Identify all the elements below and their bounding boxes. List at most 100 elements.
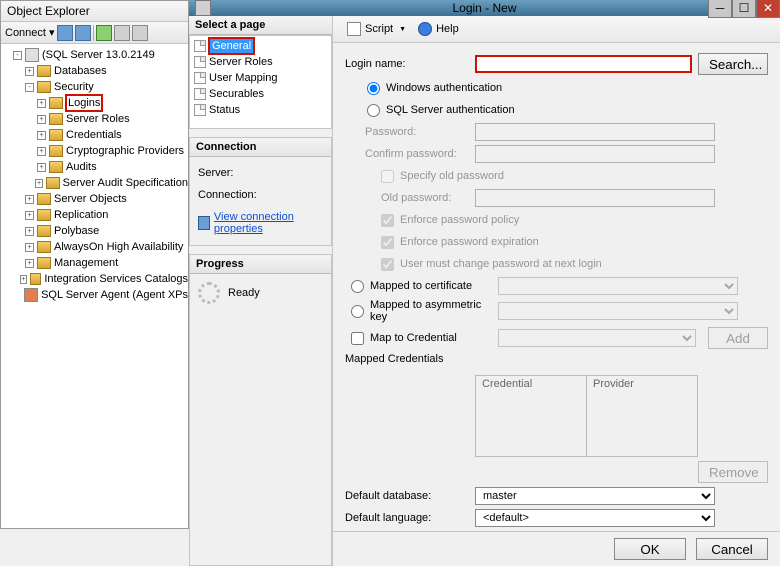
tree-node-server[interactable]: - (SQL Server 13.0.2149 <box>1 47 188 63</box>
expand-icon[interactable]: + <box>25 195 34 204</box>
view-connection-properties-link[interactable]: View connection properties <box>214 211 323 235</box>
tree-node-credentials[interactable]: + Credentials <box>1 127 188 143</box>
page-label: Securables <box>209 86 264 102</box>
mapped-credentials-table[interactable]: Credential Provider <box>475 375 698 457</box>
tree-label: (SQL Server 13.0.2149 <box>42 47 155 63</box>
page-list[interactable]: General Server Roles User Mapping Secura… <box>189 35 332 129</box>
toolbar-icon-4[interactable] <box>114 25 130 41</box>
page-securables[interactable]: Securables <box>190 86 331 102</box>
dialog-titlebar[interactable]: Login - New ─ ☐ ✕ <box>189 0 780 16</box>
mapped-asymkey-label: Mapped to asymmetric key <box>370 299 488 323</box>
tree-label: Server Audit Specification <box>63 175 188 191</box>
expand-icon[interactable]: + <box>37 131 46 140</box>
tree-node-server-audit-spec[interactable]: + Server Audit Specification <box>1 175 188 191</box>
tree-label: Server Roles <box>66 111 130 127</box>
close-button[interactable]: ✕ <box>756 0 780 18</box>
tree-node-security[interactable]: - Security <box>1 79 188 95</box>
page-server-roles[interactable]: Server Roles <box>190 54 331 70</box>
expand-icon[interactable]: + <box>20 275 27 284</box>
default-db-select[interactable]: master <box>475 487 715 505</box>
expand-icon[interactable]: + <box>25 259 34 268</box>
agent-icon <box>24 288 38 302</box>
tree-node-sql-agent[interactable]: SQL Server Agent (Agent XPs <box>1 287 188 303</box>
windows-auth-radio[interactable] <box>367 82 380 95</box>
expand-icon[interactable]: + <box>37 99 46 108</box>
toolbar-icon-5[interactable] <box>132 25 148 41</box>
expand-icon[interactable]: + <box>25 227 34 236</box>
tree-label: Integration Services Catalogs <box>44 271 188 287</box>
ok-button[interactable]: OK <box>614 538 686 560</box>
mapped-credentials-label: Mapped Credentials <box>345 353 475 365</box>
mapped-cert-radio[interactable] <box>351 280 364 293</box>
enforce-policy-label: Enforce password policy <box>400 214 519 226</box>
script-icon <box>347 22 361 36</box>
script-label: Script <box>365 23 393 35</box>
minimize-button[interactable]: ─ <box>708 0 732 18</box>
tree-node-alwayson[interactable]: + AlwaysOn High Availability <box>1 239 188 255</box>
connection-label: Connection: <box>198 189 323 201</box>
cancel-button[interactable]: Cancel <box>696 538 768 560</box>
expand-icon[interactable]: + <box>37 163 46 172</box>
chevron-down-icon: ▼ <box>399 26 406 33</box>
select-page-header: Select a page <box>189 16 332 35</box>
folder-icon <box>49 97 63 109</box>
tree-node-server-roles[interactable]: + Server Roles <box>1 111 188 127</box>
tree-node-integration-services[interactable]: + Integration Services Catalogs <box>1 271 188 287</box>
connection-properties-icon <box>198 216 210 230</box>
help-button[interactable]: Help <box>414 20 463 38</box>
tree-node-databases[interactable]: + Databases <box>1 63 188 79</box>
expand-icon[interactable]: + <box>25 211 34 220</box>
tree-node-audits[interactable]: + Audits <box>1 159 188 175</box>
connect-dropdown[interactable]: Connect ▾ <box>5 26 55 39</box>
tree-node-logins[interactable]: + Logins <box>1 95 188 111</box>
collapse-icon[interactable]: - <box>25 83 34 92</box>
progress-header: Progress <box>190 255 331 274</box>
page-user-mapping[interactable]: User Mapping <box>190 70 331 86</box>
tree-node-server-objects[interactable]: + Server Objects <box>1 191 188 207</box>
expand-icon[interactable]: + <box>37 147 46 156</box>
page-general[interactable]: General <box>190 38 331 54</box>
page-status[interactable]: Status <box>190 102 331 118</box>
old-password-input <box>475 189 715 207</box>
toolbar-icon-1[interactable] <box>57 25 73 41</box>
provider-column-header: Provider <box>587 376 697 456</box>
tree-node-polybase[interactable]: + Polybase <box>1 223 188 239</box>
page-icon <box>194 88 206 100</box>
object-explorer-tree[interactable]: - (SQL Server 13.0.2149 + Databases - Se… <box>1 44 188 528</box>
login-form: Login name: Search... Windows authentica… <box>333 43 780 531</box>
toolbar-icon-2[interactable] <box>75 25 91 41</box>
folder-icon <box>37 65 51 77</box>
windows-auth-label: Windows authentication <box>386 82 502 94</box>
default-db-label: Default database: <box>345 490 475 502</box>
folder-icon <box>49 145 63 157</box>
maximize-button[interactable]: ☐ <box>732 0 756 18</box>
folder-icon <box>37 225 51 237</box>
search-button[interactable]: Search... <box>698 53 768 75</box>
expand-icon[interactable]: + <box>25 67 34 76</box>
specify-old-label: Specify old password <box>400 170 504 182</box>
expand-icon[interactable]: + <box>37 115 46 124</box>
login-name-input[interactable] <box>475 55 692 73</box>
default-lang-select[interactable]: <default> <box>475 509 715 527</box>
tree-node-crypto-providers[interactable]: + Cryptographic Providers <box>1 143 188 159</box>
mapped-cert-select <box>498 277 738 295</box>
object-explorer-panel: Object Explorer Connect ▾ - (SQL Server … <box>0 0 188 529</box>
script-button[interactable]: Script ▼ <box>343 20 410 38</box>
toolbar-icon-3[interactable] <box>96 25 112 41</box>
page-label: User Mapping <box>209 70 277 86</box>
tree-label: Security <box>54 79 94 95</box>
collapse-icon[interactable]: - <box>13 51 22 60</box>
enforce-expiration-label: Enforce password expiration <box>400 236 539 248</box>
mapped-asymkey-radio[interactable] <box>351 305 364 318</box>
page-icon <box>194 104 206 116</box>
tree-node-replication[interactable]: + Replication <box>1 207 188 223</box>
expand-icon[interactable]: + <box>25 243 34 252</box>
tree-node-management[interactable]: + Management <box>1 255 188 271</box>
progress-status-text: Ready <box>228 287 260 299</box>
must-change-checkbox <box>381 258 394 271</box>
sql-auth-radio[interactable] <box>367 104 380 117</box>
expand-icon[interactable]: + <box>35 179 44 188</box>
old-password-label: Old password: <box>345 192 475 204</box>
map-credential-checkbox[interactable] <box>351 332 364 345</box>
object-explorer-title: Object Explorer <box>1 1 188 22</box>
